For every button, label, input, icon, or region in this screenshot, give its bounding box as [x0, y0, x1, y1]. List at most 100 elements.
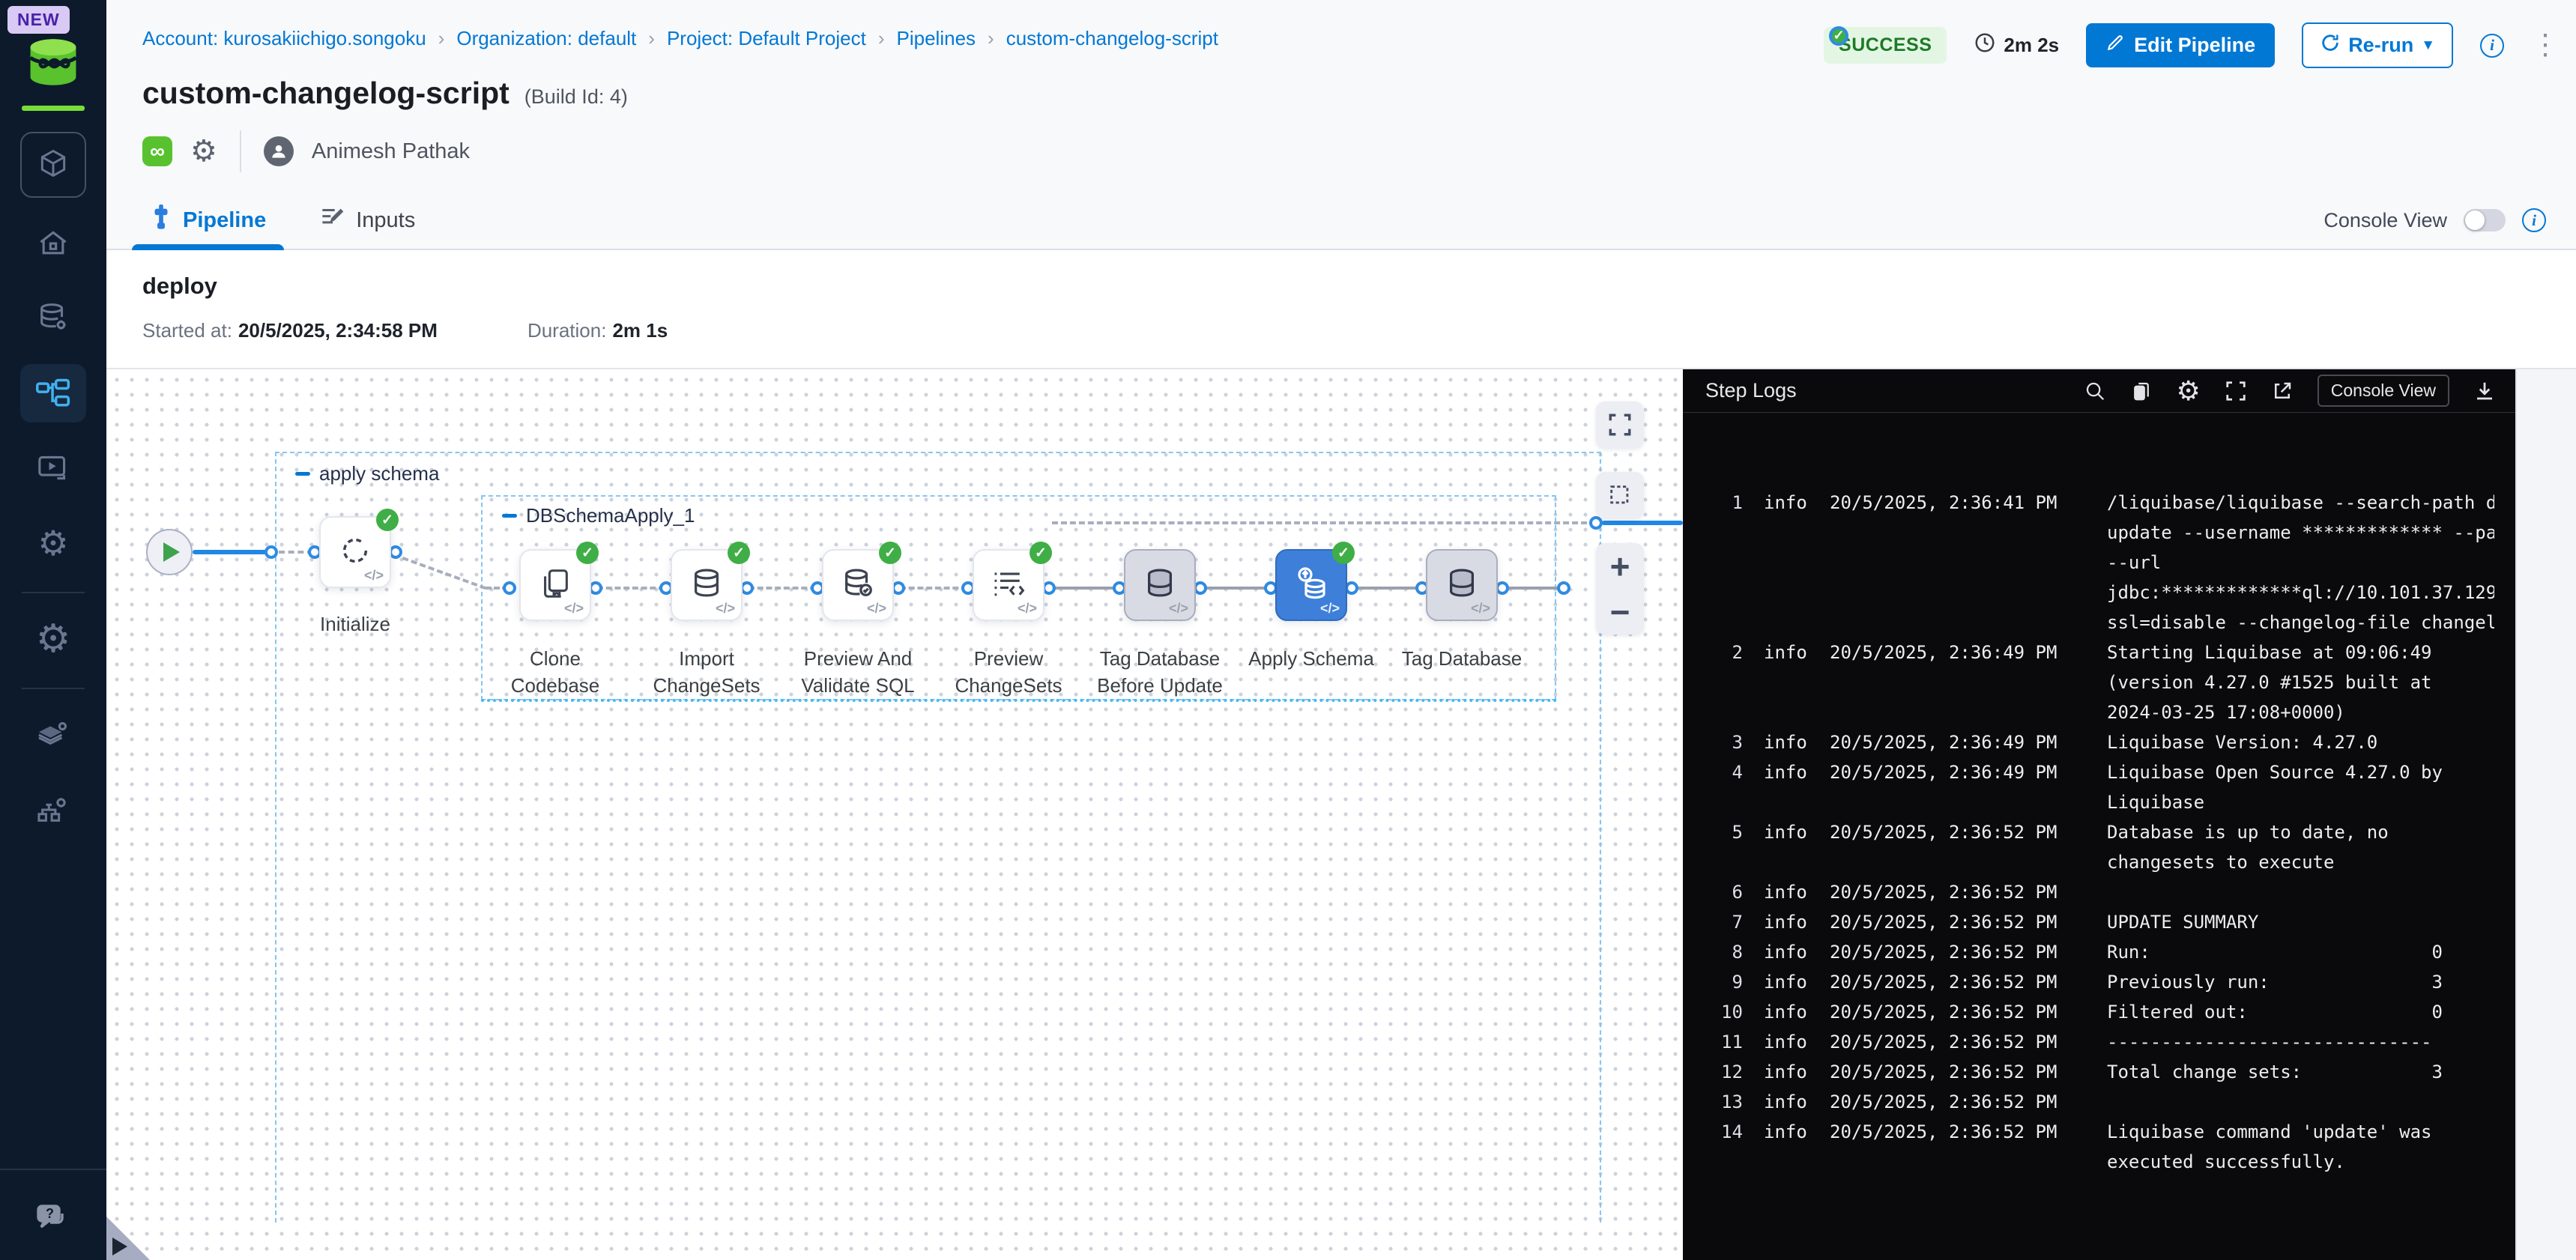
cube-icon	[37, 147, 70, 184]
node-preview-and-validate-sql[interactable]: ✓ </>	[822, 549, 894, 621]
breadcrumb-project[interactable]: Project: Default Project	[667, 27, 866, 50]
stage-group-label[interactable]: apply schema	[295, 462, 439, 485]
canvas-select-button[interactable]	[1596, 472, 1644, 518]
log-line-number: 2	[1701, 637, 1743, 667]
sidebar-item-executions[interactable]	[20, 439, 86, 497]
log-message: Run: 0	[2107, 937, 2494, 967]
log-level: info	[1764, 1087, 1809, 1117]
sidebar-item-db-devops[interactable]	[20, 289, 86, 348]
node-import-changesets[interactable]: ✓ </>	[671, 549, 743, 621]
gear-icon[interactable]: ⚙	[190, 134, 217, 169]
kebab-menu-icon[interactable]: ⋮	[2531, 37, 2546, 55]
step-group-label[interactable]: DBSchemaApply_1	[502, 504, 695, 527]
log-line-number: 6	[1701, 877, 1743, 907]
console-view-label: Console View	[2323, 209, 2447, 232]
step-group-bottom-line	[481, 699, 1558, 702]
database-icon	[1445, 566, 1479, 605]
success-check-icon: ✓	[576, 542, 599, 564]
tab-bar: Pipeline Inputs Console View i	[106, 192, 2576, 250]
canvas-zoom-controls: + −	[1596, 543, 1644, 634]
gear-icon[interactable]: ⚙	[2177, 378, 2201, 405]
right-gutter	[2515, 369, 2576, 1260]
log-message	[2107, 877, 2494, 907]
sidebar-item-settings[interactable]: ⚙	[20, 514, 86, 572]
sidebar-item-home[interactable]	[20, 214, 86, 273]
corner-play-icon	[112, 1238, 127, 1256]
tab-inputs[interactable]: Inputs	[312, 192, 423, 249]
download-icon[interactable]	[2473, 380, 2496, 402]
node-apply-schema[interactable]: ✓ </>	[1275, 549, 1347, 621]
collapse-icon[interactable]	[502, 514, 517, 518]
info-icon[interactable]: i	[2480, 34, 2504, 58]
log-line-number: 11	[1701, 1027, 1743, 1057]
node-label: Initialize	[284, 611, 426, 637]
log-message: Previously run: 3	[2107, 967, 2494, 997]
search-icon[interactable]	[2084, 380, 2106, 402]
log-line-number: 1	[1701, 488, 1743, 518]
copy-icon[interactable]	[2130, 380, 2153, 402]
clone-icon	[538, 566, 572, 605]
svg-text:?: ?	[46, 1206, 54, 1221]
log-level: info	[1764, 488, 1809, 518]
connector-dot[interactable]	[1557, 581, 1570, 595]
log-message: Database is up to date, nochangesets to …	[2107, 817, 2494, 877]
step-logs-header: Step Logs ⚙	[1683, 369, 2515, 413]
step-logs-body[interactable]: 1info20/5/2025, 2:36:41 PM/liquibase/liq…	[1683, 413, 2515, 1260]
log-timestamp: 20/5/2025, 2:36:52 PM	[1830, 1117, 2062, 1147]
log-level: info	[1764, 1057, 1809, 1087]
breadcrumb-account[interactable]: Account: kurosakiichigo.songoku	[142, 27, 426, 50]
sidebar-item-project-settings[interactable]: ⚙	[20, 610, 86, 668]
node-clone-codebase[interactable]: ✓ </>	[519, 549, 591, 621]
harness-db-devops-logo	[25, 36, 81, 92]
breadcrumb-pipelines[interactable]: Pipelines	[897, 27, 976, 50]
log-timestamp: 20/5/2025, 2:36:41 PM	[1830, 488, 2062, 518]
breadcrumb-organization[interactable]: Organization: default	[456, 27, 636, 50]
stage-duration: Duration:2m 1s	[527, 319, 668, 342]
rerun-button[interactable]: Re-run ▼	[2302, 22, 2453, 68]
connector-dot[interactable]	[503, 581, 516, 595]
connector-dot[interactable]	[1589, 516, 1603, 530]
zoom-out-button[interactable]: −	[1610, 595, 1630, 629]
sidebar-item-help[interactable]: ?	[0, 1201, 106, 1239]
page-title: custom-changelog-script	[142, 76, 510, 111]
log-message: Liquibase Version: 4.27.0	[2107, 727, 2494, 757]
edit-pipeline-button[interactable]: Edit Pipeline	[2086, 23, 2275, 67]
tab-pipeline[interactable]: Pipeline	[142, 192, 273, 249]
sidebar-item-module-selector[interactable]	[20, 132, 86, 198]
link-dashed	[749, 587, 816, 590]
sidebar-item-org-settings[interactable]	[20, 781, 86, 839]
log-level: info	[1764, 997, 1809, 1027]
log-level: info	[1764, 1117, 1809, 1147]
caret-down-icon: ▼	[2421, 37, 2435, 54]
breadcrumb-pipeline-name[interactable]: custom-changelog-script	[1006, 27, 1218, 50]
canvas-fullscreen-button[interactable]	[1596, 402, 1644, 448]
module-hex-icon: ∞	[142, 136, 172, 166]
check-circle-icon: ✓	[1829, 26, 1848, 46]
pipeline-start-node	[146, 529, 193, 575]
home-icon	[37, 227, 70, 260]
log-message: Starting Liquibase at 09:06:49(version 4…	[2107, 637, 2494, 727]
log-line-number: 4	[1701, 757, 1743, 787]
node-label: Apply Schema	[1240, 645, 1382, 672]
collapse-icon[interactable]	[295, 472, 310, 476]
log-entry: 5info20/5/2025, 2:36:52 PMDatabase is up…	[1701, 817, 2515, 877]
node-tag-database-before-update[interactable]: </>	[1124, 549, 1196, 621]
schema-apply-icon	[1292, 564, 1331, 607]
log-line-number: 7	[1701, 907, 1743, 937]
console-view-button[interactable]: Console View	[2318, 375, 2449, 407]
node-initialize[interactable]: ✓ </>	[319, 516, 391, 588]
info-icon[interactable]: i	[2522, 208, 2546, 232]
zoom-in-button[interactable]: +	[1610, 549, 1630, 584]
sidebar-item-pipelines[interactable]	[20, 364, 86, 422]
console-view-toggle[interactable]	[2464, 209, 2506, 231]
log-entry: 13info20/5/2025, 2:36:52 PM	[1701, 1087, 2515, 1117]
fullscreen-icon[interactable]	[2225, 380, 2247, 402]
connector-dot[interactable]	[264, 545, 278, 559]
log-timestamp: 20/5/2025, 2:36:52 PM	[1830, 1057, 2062, 1087]
open-external-icon[interactable]	[2271, 380, 2294, 402]
pipeline-canvas[interactable]: apply schema DBSchemaApply_1	[106, 369, 1683, 1260]
total-duration: 2m 2s	[1974, 31, 2059, 59]
node-tag-database[interactable]: </>	[1426, 549, 1498, 621]
sidebar-item-layers[interactable]	[20, 706, 86, 764]
node-preview-changesets[interactable]: ✓ </>	[973, 549, 1044, 621]
